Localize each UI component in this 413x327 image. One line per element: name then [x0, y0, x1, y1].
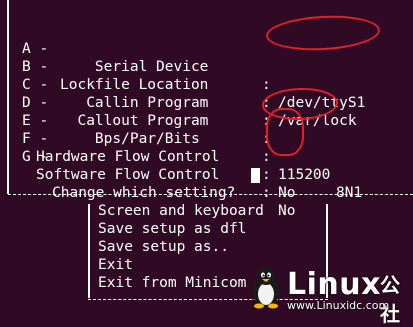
setting-name: Hardware Flow Control: [36, 149, 220, 165]
logo-url-text: www.Linuxidc.com: [287, 299, 390, 312]
setting-name: Serial Device: [60, 59, 209, 75]
setting-colon: :: [262, 113, 271, 129]
setting-row-software-flow-control[interactable]: G - Software Flow Control : No: [0, 130, 295, 219]
terminal-window[interactable]: A - Serial Device : /dev/ttyS1 B - Lockf…: [0, 0, 413, 326]
setting-row-callin-program[interactable]: C - Callin Program :: [0, 58, 271, 129]
setting-name: Lockfile Location: [60, 77, 209, 93]
menu-item-save-setup-dfl[interactable]: Save setup as dfl: [98, 220, 246, 238]
setting-colon: :: [262, 149, 271, 165]
setting-value: /var/lock: [278, 113, 357, 129]
menu-left-border: [88, 204, 90, 298]
setting-key: G -: [22, 149, 49, 165]
setting-row-serial-device[interactable]: A - Serial Device : /dev/ttyS1: [0, 22, 365, 111]
setting-value: /dev/ttyS1: [278, 95, 366, 111]
setting-value: 115200: [278, 167, 331, 183]
annotation-circle-serial-device: [265, 13, 381, 53]
setting-row-lockfile-location[interactable]: B - Lockfile Location : /var/lock: [0, 40, 357, 129]
prompt-row: Change which setting?: [0, 166, 260, 201]
watermark-logo: Linux 公社 www.Linuxidc.com: [243, 259, 413, 326]
menu-item-screen-and-keyboard[interactable]: Screen and keyboard: [98, 202, 264, 220]
setting-colon: :: [262, 77, 271, 93]
setting-row-callout-program[interactable]: D - Callout Program :: [0, 76, 271, 147]
tux-penguin-icon: [253, 267, 279, 309]
settings-frame-bottom-border: [8, 194, 413, 195]
setting-name: Bps/Par/Bits: [60, 131, 200, 147]
menu-item-save-setup-as[interactable]: Save setup as..: [98, 238, 229, 256]
menu-item-exit-from-minicom[interactable]: Exit from Minicom: [98, 274, 246, 292]
setting-name: Callin Program: [60, 95, 209, 111]
setting-colon: :: [262, 167, 271, 183]
setting-colon: :: [262, 131, 271, 147]
menu-item-exit[interactable]: Exit: [98, 256, 133, 274]
setting-row-bps-par-bits[interactable]: E - Bps/Par/Bits : 115200 8N1: [0, 94, 362, 201]
setting-row-hardware-flow-control[interactable]: F - Hardware Flow Control : No: [0, 112, 295, 201]
logo-cn-text: 公社: [380, 273, 400, 326]
setting-value-secondary: 8N1: [336, 185, 363, 201]
logo-brand-text: Linux: [287, 267, 381, 302]
setting-name: Callout Program: [60, 113, 209, 129]
setting-colon: :: [262, 95, 271, 111]
text-cursor[interactable]: [251, 168, 260, 183]
setting-name: Software Flow Control: [36, 167, 220, 183]
